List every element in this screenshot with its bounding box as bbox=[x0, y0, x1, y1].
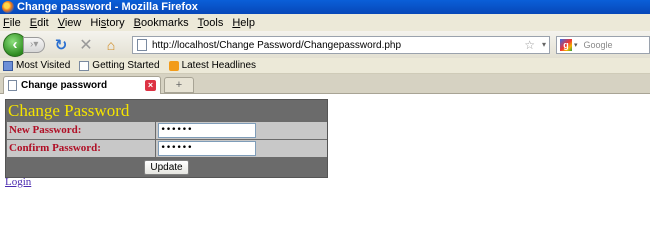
change-password-form: Change Password New Password: •••••• Con… bbox=[5, 99, 328, 178]
tab-strip: Change password × + bbox=[0, 74, 650, 94]
home-icon[interactable]: ⌂ bbox=[102, 36, 120, 54]
page-icon bbox=[79, 60, 90, 71]
confirm-password-label: Confirm Password: bbox=[7, 140, 155, 157]
new-password-label: New Password: bbox=[7, 122, 155, 139]
new-password-row: New Password: •••••• bbox=[6, 122, 327, 139]
new-password-cell: •••••• bbox=[155, 122, 327, 139]
page-icon bbox=[8, 80, 17, 91]
search-box[interactable]: g ▾ Google bbox=[556, 36, 650, 54]
confirm-password-row: Confirm Password: •••••• bbox=[6, 140, 327, 157]
url-text[interactable]: http://localhost/Change Password/Changep… bbox=[152, 40, 401, 51]
menu-edit[interactable]: Edit bbox=[30, 17, 49, 29]
page-icon bbox=[137, 39, 147, 51]
search-placeholder: Google bbox=[583, 40, 613, 50]
menu-view[interactable]: View bbox=[58, 17, 82, 29]
window-titlebar: Change password - Mozilla Firefox bbox=[0, 0, 650, 14]
confirm-password-input[interactable]: •••••• bbox=[157, 141, 256, 156]
menu-file[interactable]: File bbox=[3, 17, 21, 29]
update-button[interactable]: Update bbox=[144, 160, 189, 175]
login-link[interactable]: Login bbox=[5, 176, 31, 188]
firefox-logo-icon bbox=[2, 1, 14, 13]
stop-icon[interactable]: ✕ bbox=[77, 36, 95, 54]
rss-icon bbox=[168, 60, 179, 71]
button-row: Update bbox=[6, 158, 327, 177]
confirm-password-cell: •••••• bbox=[155, 140, 327, 157]
close-tab-icon[interactable]: × bbox=[145, 80, 156, 91]
menu-history[interactable]: History bbox=[90, 17, 124, 29]
bookmark-star-icon[interactable]: ☆ bbox=[524, 38, 535, 52]
bookmark-latest-headlines[interactable]: Latest Headlines bbox=[168, 60, 256, 71]
new-tab-button[interactable]: + bbox=[164, 77, 194, 93]
bookmark-most-visited[interactable]: Most Visited bbox=[3, 60, 70, 71]
menu-help[interactable]: Help bbox=[232, 17, 255, 29]
search-engine-dropdown-icon[interactable]: ▾ bbox=[574, 41, 578, 49]
bookmark-folder-icon bbox=[3, 60, 13, 71]
menu-bar: File Edit View History Bookmarks Tools H… bbox=[0, 14, 650, 31]
google-logo-icon[interactable]: g bbox=[560, 39, 572, 51]
navigation-toolbar: ‹ ›▾ ↻ ✕ ⌂ http://localhost/Change Passw… bbox=[0, 31, 650, 58]
form-title: Change Password bbox=[6, 100, 327, 121]
bookmark-getting-started[interactable]: Getting Started bbox=[79, 60, 160, 71]
tab-change-password[interactable]: Change password × bbox=[3, 76, 161, 94]
menu-tools[interactable]: Tools bbox=[198, 17, 224, 29]
url-dropdown-icon[interactable]: ▾ bbox=[542, 40, 546, 49]
forward-arrow-icon[interactable]: ›▾ bbox=[23, 36, 45, 53]
bookmarks-toolbar: Most Visited Getting Started Latest Head… bbox=[0, 58, 650, 74]
reload-icon[interactable]: ↻ bbox=[52, 36, 70, 54]
menu-bookmarks[interactable]: Bookmarks bbox=[134, 17, 189, 29]
tab-label: Change password bbox=[21, 80, 108, 91]
window-title: Change password - Mozilla Firefox bbox=[17, 1, 198, 13]
address-bar[interactable]: http://localhost/Change Password/Changep… bbox=[132, 36, 550, 54]
new-password-input[interactable]: •••••• bbox=[157, 123, 256, 138]
page-content: Change Password New Password: •••••• Con… bbox=[0, 95, 650, 202]
